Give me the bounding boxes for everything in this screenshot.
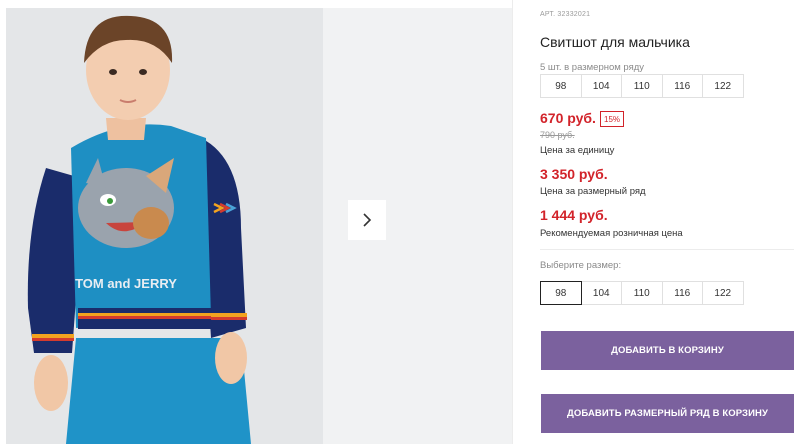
choose-size-label: Выберите размер: <box>540 260 622 271</box>
size-option-104[interactable]: 104 <box>580 281 622 305</box>
gallery-next-button[interactable] <box>348 200 386 240</box>
product-gallery: TOM and JERRY <box>0 0 512 444</box>
add-size-row-to-cart-button[interactable]: ДОБАВИТЬ РАЗМЕРНЫЙ РЯД В КОРЗИНУ <box>541 394 794 433</box>
product-photo-main[interactable]: TOM and JERRY <box>6 8 323 444</box>
article-number: АРТ. 32332021 <box>540 11 591 18</box>
unit-price-caption: Цена за единицу <box>540 145 615 156</box>
size-row-price: 3 350 руб. <box>540 166 608 182</box>
size-row-caption: 5 шт. в размерном ряду <box>540 62 645 73</box>
print-logo-text: TOM and JERRY <box>75 276 177 291</box>
size-row-item: 122 <box>702 74 744 98</box>
size-row-item: 116 <box>661 74 703 98</box>
column-divider <box>512 0 513 444</box>
size-option-110[interactable]: 110 <box>621 281 663 305</box>
size-row-item: 98 <box>540 74 582 98</box>
boy-photo-illustration: TOM and JERRY <box>6 8 323 444</box>
chevron-right-icon <box>363 213 372 227</box>
size-row-item: 104 <box>580 74 622 98</box>
size-row-price-caption: Цена за размерный ряд <box>540 186 646 197</box>
section-divider <box>540 249 794 250</box>
size-selector: 98 104 110 116 122 <box>540 281 744 305</box>
size-row-list: 98 104 110 116 122 <box>540 74 744 98</box>
recommended-price-caption: Рекомендуемая розничная цена <box>540 228 683 239</box>
size-option-98[interactable]: 98 <box>540 281 582 305</box>
recommended-price: 1 444 руб. <box>540 207 608 223</box>
size-option-116[interactable]: 116 <box>661 281 703 305</box>
old-price: 790 руб. <box>540 130 575 140</box>
size-option-122[interactable]: 122 <box>702 281 744 305</box>
product-title: Свитшот для мальчика <box>540 34 690 50</box>
size-row-item: 110 <box>621 74 663 98</box>
add-to-cart-button[interactable]: ДОБАВИТЬ В КОРЗИНУ <box>541 331 794 370</box>
unit-price: 670 руб. <box>540 110 596 126</box>
discount-badge: 15% <box>600 111 625 127</box>
